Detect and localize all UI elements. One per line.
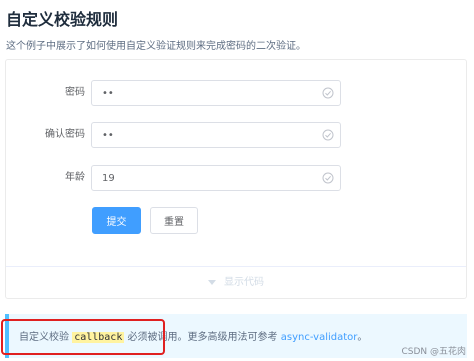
check-circle-icon <box>322 129 334 141</box>
check-circle-icon <box>322 172 334 184</box>
check-circle-icon <box>322 87 334 99</box>
password-input-wrapper <box>91 80 341 106</box>
age-input-wrapper <box>91 165 341 191</box>
page-description: 这个例子中展示了如何使用自定义验证规则来完成密码的二次验证。 <box>6 41 306 52</box>
confirm-password-input-wrapper <box>91 122 341 148</box>
form-item-password: 密码 <box>6 80 466 106</box>
annotation-highlight-box <box>1 319 165 355</box>
form-item-age: 年龄 <box>6 165 466 191</box>
watermark: CSDN @五花肉 <box>401 347 466 357</box>
password-label: 密码 <box>65 87 85 98</box>
show-code-label: 显示代码 <box>224 277 264 288</box>
tip-end: 。 <box>357 332 368 343</box>
confirm-password-label: 确认密码 <box>45 129 85 140</box>
tip-suffix: 更多高级用法可参考 <box>187 332 281 343</box>
show-code-toggle[interactable]: 显示代码 <box>6 266 466 298</box>
age-input[interactable] <box>92 166 312 190</box>
submit-button[interactable]: 提交 <box>92 207 141 234</box>
reset-button[interactable]: 重置 <box>150 207 198 234</box>
password-input[interactable] <box>92 81 312 105</box>
confirm-password-input[interactable] <box>92 123 312 147</box>
page-title: 自定义校验规则 <box>6 10 119 29</box>
form-item-confirm-password: 确认密码 <box>6 122 466 148</box>
async-validator-link[interactable]: async-validator <box>281 332 358 343</box>
age-label: 年龄 <box>65 172 85 183</box>
caret-down-icon <box>208 279 216 285</box>
demo-block: 密码 确认密码 年龄 提交 重置 <box>5 59 467 299</box>
